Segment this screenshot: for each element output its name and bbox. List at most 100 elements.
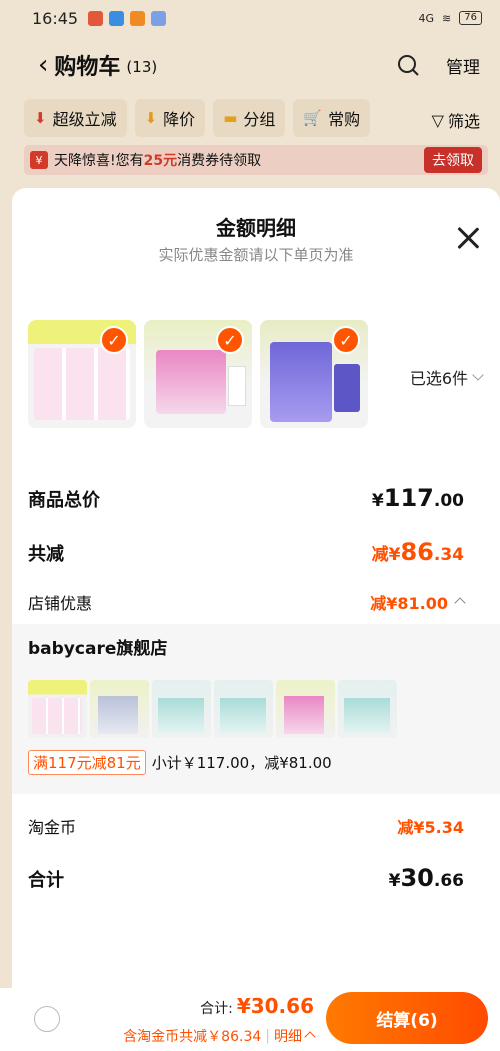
coupon-suffix: 消费券待领取	[177, 153, 262, 169]
close-icon[interactable]	[456, 226, 480, 250]
filter-row: ⬇ 超级立减 ⬇ 降价 ▬ 分组 🛒 常购	[24, 99, 371, 137]
shop-product-thumb	[90, 680, 149, 738]
check-icon: ✓	[100, 326, 128, 354]
coupon-banner: ¥ 天降惊喜!您有 25元 消费券待领取 去领取	[24, 145, 488, 175]
product-image	[270, 342, 332, 422]
selected-product-thumbs: ✓ ✓ ✓	[28, 320, 368, 428]
shop-product-thumb	[28, 680, 87, 738]
price-integer: 30	[400, 864, 434, 892]
goods-total-label: 商品总价	[28, 490, 100, 511]
coins-label: 淘金币	[28, 818, 77, 837]
price-decimal: .34	[433, 545, 464, 565]
filter-chip-label: 降价	[163, 110, 196, 129]
manage-button[interactable]: 管理	[446, 53, 480, 78]
goods-total-value: ¥117.00	[372, 484, 464, 512]
app-notification-icon	[130, 10, 146, 26]
footer-total-value: ¥30.66	[236, 994, 314, 1018]
coupon-yen-icon: ¥	[30, 151, 48, 169]
footer-total: 合计: ¥30.66	[200, 994, 314, 1018]
shop-product-thumbs	[28, 680, 397, 738]
product-thumb[interactable]: ✓	[144, 320, 252, 428]
footer-total-label: 合计:	[200, 1001, 233, 1017]
product-image	[34, 348, 130, 420]
shop-product-thumb	[152, 680, 211, 738]
check-icon: ✓	[332, 326, 360, 354]
battery-icon: 76	[459, 11, 482, 25]
cart-count: (13)	[126, 58, 158, 76]
shop-subtotal: 小计￥117.00，减¥81.00	[151, 754, 332, 772]
product-image-detail	[228, 366, 246, 406]
back-icon[interactable]: ‹	[38, 52, 48, 78]
coupon-amount: 25元	[143, 153, 178, 169]
claim-coupon-button[interactable]: 去领取	[424, 147, 482, 173]
currency-symbol: ¥	[371, 491, 384, 511]
shop-discount-row[interactable]: 店铺优惠 减¥81.00	[28, 590, 466, 614]
total-reduce-row: 共减 减¥86.34	[28, 538, 464, 566]
chevron-up-icon	[454, 597, 466, 609]
app-notification-icon	[151, 10, 167, 26]
chevron-down-icon	[472, 369, 484, 381]
app-notification-icon	[88, 10, 104, 26]
product-thumb[interactable]: ✓	[260, 320, 368, 428]
page-title: 购物车	[54, 55, 121, 80]
price-integer: 86	[400, 538, 434, 566]
selected-count-toggle[interactable]: 已选6件	[409, 365, 484, 389]
folder-icon: ▬	[223, 109, 238, 127]
checkout-button[interactable]: 结算(6)	[326, 992, 488, 1044]
price-decimal: .66	[433, 871, 464, 891]
sheet-subtitle: 实际优惠金额请以下单页为准	[158, 246, 354, 264]
network-indicator: 4G	[418, 11, 435, 25]
check-icon: ✓	[216, 326, 244, 354]
product-thumb[interactable]: ✓	[28, 320, 136, 428]
wifi-icon: ≋	[442, 11, 452, 25]
price-decimal: .00	[433, 491, 464, 511]
coupon-prefix: 天降惊喜!您有	[54, 153, 144, 169]
filter-button[interactable]: ▽ 筛选	[432, 108, 480, 132]
shop-discount-value: 减¥81.00	[370, 590, 466, 614]
status-indicators: 4G ≋ 76	[419, 11, 482, 25]
shop-promo-line: 满117元减81元 小计￥117.00，减¥81.00	[28, 750, 332, 775]
filter-button-label: 筛选	[447, 112, 480, 131]
product-image-detail	[334, 364, 360, 412]
product-image	[156, 350, 226, 414]
goods-total-row: 商品总价 ¥117.00	[28, 484, 464, 512]
reduce-prefix: 减¥	[371, 545, 401, 565]
filter-chip-price-drop[interactable]: ⬇ 降价	[134, 99, 206, 137]
sum-value: ¥30.66	[389, 864, 464, 892]
coins-row: 淘金币 减¥5.34	[28, 814, 464, 838]
filter-chip-label: 超级立减	[52, 110, 117, 129]
filter-chip-label: 分组	[243, 110, 276, 129]
selected-count-label: 已选6件	[409, 369, 468, 388]
detail-button[interactable]: 明细	[274, 1026, 316, 1046]
checkout-footer: 合计: ¥30.66 含淘金币共减￥86.34 | 明细 结算(6)	[0, 988, 500, 1051]
footer-detail: 含淘金币共减￥86.34 | 明细	[123, 1026, 316, 1046]
detail-button-label: 明细	[274, 1029, 302, 1045]
arrow-down-red-icon: ⬇	[34, 109, 47, 127]
filter-chip-super-reduce[interactable]: ⬇ 超级立减	[24, 99, 127, 137]
filter-chip-label: 常购	[328, 110, 361, 129]
promo-tag: 满117元减81元	[28, 750, 146, 775]
price-integer: 117	[383, 484, 434, 512]
cart-header: ‹ 购物车 (13) 管理	[0, 40, 500, 90]
shop-product-thumb	[276, 680, 335, 738]
sum-row: 合计 ¥30.66	[28, 864, 464, 892]
select-all-radio[interactable]	[34, 1006, 60, 1032]
funnel-icon: ▽	[431, 110, 444, 130]
shop-discount-amount: 减¥81.00	[370, 594, 448, 613]
shop-product-thumb	[338, 680, 397, 738]
shop-breakdown: babycare旗舰店 满117元减81元 小计￥117.00，减¥81.00	[12, 624, 500, 794]
currency-symbol: ¥	[388, 871, 401, 891]
search-icon[interactable]	[396, 53, 420, 77]
sheet-title: 金额明细	[216, 216, 296, 240]
shop-name: babycare旗舰店	[28, 639, 168, 659]
arrow-down-orange-icon: ⬇	[144, 109, 158, 127]
filter-chip-frequent[interactable]: 🛒 常购	[293, 99, 371, 137]
shop-product-thumb	[214, 680, 273, 738]
sum-label: 合计	[28, 870, 64, 891]
status-bar: 16:45 4G ≋ 76	[0, 0, 500, 36]
coins-value: 减¥5.34	[397, 818, 464, 837]
filter-chip-group[interactable]: ▬ 分组	[213, 99, 286, 137]
total-reduce-label: 共减	[28, 544, 64, 565]
amount-detail-sheet: 金额明细 实际优惠金额请以下单页为准 ✓ ✓ ✓ 已选6件 商品总价 ¥117.…	[12, 188, 500, 1051]
total-reduce-value: 减¥86.34	[372, 538, 464, 566]
